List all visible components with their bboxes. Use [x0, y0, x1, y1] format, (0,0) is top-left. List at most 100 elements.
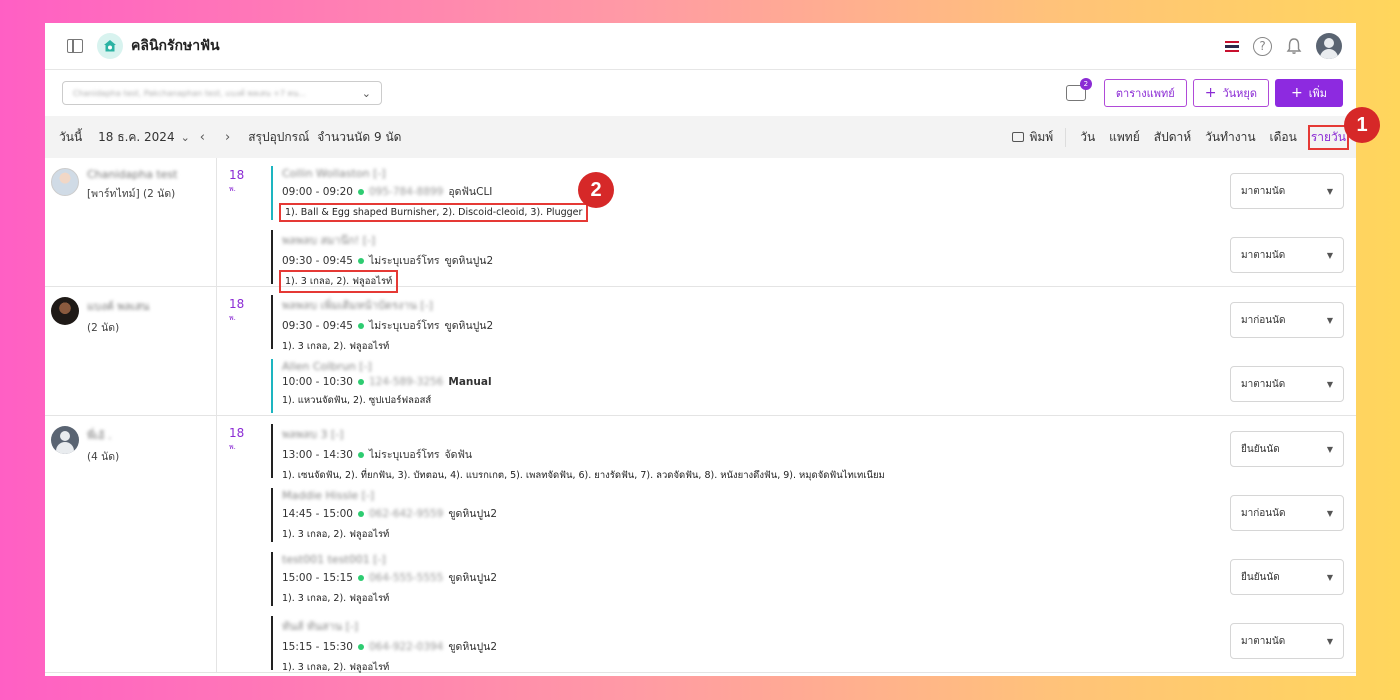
tab-doctor[interactable]: แพทย์: [1109, 128, 1140, 147]
tab-day[interactable]: วัน: [1080, 128, 1095, 147]
patient-name[interactable]: พลพลบ สมาน๊ก! [-]: [282, 231, 1356, 249]
status-select[interactable]: มาก่อนนัด ▼: [1230, 302, 1344, 338]
status-dot-icon: [357, 379, 364, 385]
caret-down-icon: ▼: [1326, 315, 1333, 325]
help-icon[interactable]: ?: [1253, 36, 1272, 56]
prev-day-button[interactable]: ‹: [200, 130, 205, 145]
caret-down-icon: ▼: [1326, 636, 1333, 646]
doctor-select[interactable]: Chanidapha test, Pakchanaphan test, แบงค…: [62, 81, 382, 105]
status-dot-icon: [357, 322, 364, 329]
day-cell: 18 พ.: [217, 416, 271, 672]
plus-icon: +: [1204, 85, 1217, 101]
bell-icon[interactable]: [1286, 37, 1302, 55]
date-picker[interactable]: 18 ธ.ค. 2024: [98, 128, 174, 147]
chevron-down-icon: ⌄: [361, 86, 371, 100]
appointment-card[interactable]: Collin Wollaston [-] 09:00 - 09:20 095-784…: [271, 158, 1356, 222]
patient-name[interactable]: ทันส์ ทันสาน [-]: [282, 617, 1356, 635]
clinic-logo: [97, 33, 123, 59]
appointment-time: 10:00 - 10:30: [282, 376, 353, 388]
appointment-color-bar: [271, 424, 273, 478]
tab-workday[interactable]: วันทำงาน: [1205, 128, 1255, 147]
appointment-card[interactable]: Allen Colbrun [-] 10:00 - 10:30 124-589-32…: [271, 351, 1356, 415]
appointment-note: อุดฟันCLI: [448, 186, 493, 198]
view-tabs: พิมพ์ วัน แพทย์ สัปดาห์ วันทำงาน เดือน ร…: [1012, 124, 1350, 150]
caret-down-icon: ▼: [1326, 379, 1333, 389]
thai-flag-icon[interactable]: [1225, 40, 1239, 52]
day-number: 18: [229, 168, 245, 182]
today-button[interactable]: วันนี้: [59, 128, 82, 147]
patient-name[interactable]: พลพลบ เพิ่มเติมหน้าบัตรงาน [-]: [282, 296, 1356, 314]
status-select[interactable]: มาตามนัด ▼: [1230, 623, 1344, 659]
date-bar: วันนี้ 18 ธ.ค. 2024 ⌄ ‹ › สรุปอุปกรณ์ จำ…: [45, 116, 1356, 158]
status-select[interactable]: ยืนยันนัด ▼: [1230, 431, 1344, 467]
equipment-summary-link[interactable]: สรุปอุปกรณ์: [248, 128, 309, 147]
appointment-note: Manual: [448, 376, 492, 388]
appointment-count: จำนวนนัด 9 นัด: [317, 129, 402, 144]
day-cell: 18 พ.: [217, 158, 271, 286]
patient-phone: ไม่ระบุเบอร์โทร: [368, 320, 440, 332]
patient-phone: 062-642-9559: [368, 507, 444, 520]
tab-week[interactable]: สัปดาห์: [1154, 128, 1191, 147]
appointment-time: 09:30 - 09:45: [282, 254, 353, 267]
holiday-button[interactable]: + วันหยุด: [1192, 79, 1269, 107]
patient-name[interactable]: พลพลบ 3 [-]: [282, 425, 1356, 443]
house-icon: [104, 40, 116, 52]
appointment-note: ขูดหินปูน2: [444, 320, 494, 332]
appointment-note: ขูดหินปูน2: [444, 255, 494, 267]
appointment-color-bar: [271, 552, 273, 606]
doctor-select-value: Chanidapha test, Pakchanaphan test, แบงค…: [73, 88, 306, 98]
day-number: 18: [229, 297, 245, 311]
status-dot-icon: [357, 188, 364, 195]
status-value: มาก่อนนัด: [1241, 314, 1286, 326]
appointment-time: 15:00 - 15:15: [282, 571, 353, 584]
add-label: เพิ่ม: [1308, 87, 1327, 100]
print-button[interactable]: พิมพ์: [1012, 127, 1067, 147]
appointment-items: 1). 3 เกลอ, 2). ฟลูออไรท์: [282, 593, 390, 604]
status-select[interactable]: มาตามนัด ▼: [1230, 237, 1344, 273]
appointment-card[interactable]: พลพลบ สมาน๊ก! [-] 09:30 - 09:45 ไม่ระบุเบอ…: [271, 222, 1356, 293]
doctor-avatar: [51, 297, 79, 325]
status-select[interactable]: มาตามนัด ▼: [1230, 173, 1344, 209]
appointment-card[interactable]: Maddie Hissle [-] 14:45 - 15:00 062-642-95…: [271, 480, 1356, 544]
day-number: 18: [229, 426, 245, 440]
appointment-time: 09:30 - 09:45: [282, 319, 353, 332]
doctor-schedule-button[interactable]: ตารางแพทย์: [1103, 79, 1187, 107]
next-day-button[interactable]: ›: [225, 130, 230, 145]
appointment-time: 13:00 - 14:30: [282, 448, 353, 461]
status-select[interactable]: ยืนยันนัด ▼: [1230, 559, 1344, 595]
doctor-avatar: [51, 168, 79, 196]
sidebar-toggle-icon[interactable]: [67, 39, 83, 53]
patient-phone: 064-555-5555: [368, 571, 444, 584]
doctor-cell: พี่เอ้ . (4 นัด): [45, 416, 217, 672]
status-select[interactable]: มาตามนัด ▼: [1230, 366, 1344, 402]
tab-month[interactable]: เดือน: [1270, 128, 1297, 147]
inbox-icon[interactable]: 2: [1065, 78, 1092, 101]
doctor-appointment-count: (2 นัด): [87, 322, 120, 334]
patient-name[interactable]: Collin Wollaston [-]: [282, 167, 1356, 180]
doctor-name: พี่เอ้ .: [87, 429, 112, 442]
day-cell: 18 พ.: [217, 287, 271, 415]
chevron-down-icon[interactable]: ⌄: [181, 131, 190, 144]
day-weekday: พ.: [229, 314, 236, 322]
appointment-card[interactable]: ทันส์ ทันสาน [-] 15:15 - 15:30 064-922-039…: [271, 608, 1356, 673]
appointment-card[interactable]: พลพลบ 3 [-] 13:00 - 14:30 ไม่ระบุเบอร์โทร จ…: [271, 416, 1356, 481]
status-select[interactable]: มาก่อนนัด ▼: [1230, 495, 1344, 531]
appointment-card[interactable]: test001 test001 [-] 15:00 - 15:15 064-555-…: [271, 544, 1356, 608]
day-weekday: พ.: [229, 443, 236, 451]
user-avatar[interactable]: [1316, 33, 1342, 59]
brand-name: คลินิกรักษาฟัน: [131, 38, 220, 54]
appointment-time: 15:15 - 15:30: [282, 640, 353, 653]
doctor-schedule-label: ตารางแพทย์: [1115, 87, 1175, 100]
patient-name[interactable]: Maddie Hissle [-]: [282, 489, 1356, 502]
patient-name[interactable]: Allen Colbrun [-]: [282, 360, 1356, 373]
tab-daily-list[interactable]: รายวัน: [1307, 124, 1350, 150]
doctor-group: แบงค์ พลเสน (2 นัด) 18 พ. พลพลบ เพิ่มเติมหน้…: [45, 287, 1356, 416]
doctor-name: แบงค์ พลเสน: [87, 300, 150, 313]
caret-down-icon: ▼: [1326, 444, 1333, 454]
appointment-card[interactable]: พลพลบ เพิ่มเติมหน้าบัตรงาน [-] 09:30 - 09…: [271, 287, 1356, 352]
patient-name[interactable]: test001 test001 [-]: [282, 553, 1356, 566]
patient-phone: 064-922-0394: [368, 640, 444, 653]
caret-down-icon: ▼: [1326, 250, 1333, 260]
plus-icon: +: [1291, 85, 1303, 101]
add-button[interactable]: + เพิ่ม: [1275, 79, 1343, 107]
